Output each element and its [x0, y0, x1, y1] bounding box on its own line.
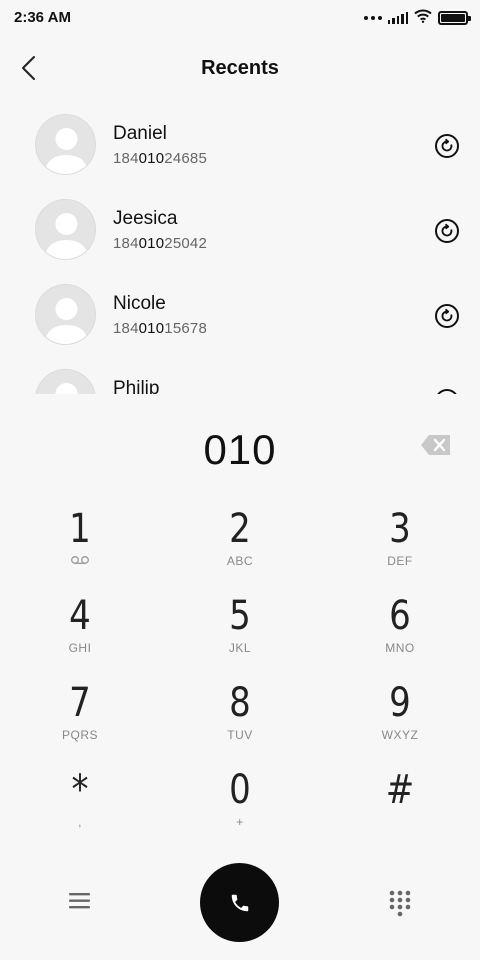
- key-digit: 2: [229, 506, 251, 552]
- key-7[interactable]: 7 PQRS: [20, 680, 140, 762]
- redial-icon: [435, 219, 459, 243]
- redial-button[interactable]: [434, 303, 460, 329]
- key-2[interactable]: 2 ABC: [180, 506, 300, 588]
- dial-display: 010: [0, 418, 480, 478]
- key-letters: GHI: [68, 641, 92, 655]
- key-hash[interactable]: #: [340, 767, 460, 849]
- key-digit: *: [71, 767, 89, 813]
- contact-row-daniel[interactable]: Daniel 18401024685: [0, 106, 480, 191]
- contact-name: Philip: [113, 378, 160, 394]
- contact-number: 18401025042: [113, 235, 207, 252]
- backspace-icon: [421, 435, 450, 455]
- key-3[interactable]: 3 DEF: [340, 506, 460, 588]
- signal-icon: [387, 12, 408, 24]
- key-4[interactable]: 4 GHI: [20, 593, 140, 675]
- more-dots-icon: [363, 16, 382, 20]
- redial-button[interactable]: [434, 388, 460, 394]
- dialed-number: 010: [203, 426, 277, 473]
- number-prefix: 184: [113, 150, 139, 167]
- key-8[interactable]: 8 TUV: [180, 680, 300, 762]
- page-title: Recents: [201, 57, 279, 79]
- person-placeholder-icon: [44, 213, 89, 259]
- contact-row-nicole[interactable]: Nicole 18401015678: [0, 276, 480, 361]
- key-5[interactable]: 5 JKL: [180, 593, 300, 675]
- number-match: 010: [138, 320, 165, 337]
- key-digit: 7: [69, 680, 91, 726]
- key-digit: 6: [389, 593, 411, 639]
- redial-icon: [435, 134, 459, 158]
- contact-row-philip[interactable]: Philip: [0, 361, 480, 394]
- bottom-bar: [0, 860, 480, 950]
- redial-icon: [437, 389, 457, 394]
- redial-button[interactable]: [434, 133, 460, 159]
- key-digit: 8: [229, 680, 251, 726]
- status-bar: 2:36 AM: [0, 0, 480, 36]
- number-suffix: 15678: [164, 320, 207, 337]
- redial-button[interactable]: [434, 218, 460, 244]
- redial-icon: [435, 304, 459, 328]
- avatar: [35, 369, 96, 394]
- status-time: 2:36 AM: [14, 9, 71, 26]
- avatar: [35, 284, 96, 345]
- number-prefix: 184: [113, 235, 139, 252]
- person-placeholder-icon: [44, 298, 89, 344]
- person-placeholder-icon: [55, 383, 78, 394]
- recents-list[interactable]: Daniel 18401024685 Jeesica 18401025042 N…: [0, 106, 480, 394]
- menu-button[interactable]: [66, 890, 94, 912]
- phone-icon: [231, 894, 248, 911]
- key-digit: 5: [229, 593, 251, 639]
- key-9[interactable]: 9 WXYZ: [340, 680, 460, 762]
- number-match: 010: [138, 235, 165, 252]
- key-letters: MNO: [385, 641, 415, 655]
- number-suffix: 24685: [164, 150, 207, 167]
- contact-name: Daniel: [113, 123, 167, 144]
- status-icons: [363, 9, 471, 28]
- contact-number: 18401024685: [113, 150, 207, 167]
- key-0[interactable]: 0 +: [180, 767, 300, 849]
- contact-row-jeesica[interactable]: Jeesica 18401025042: [0, 191, 480, 276]
- key-letters: ABC: [226, 554, 254, 568]
- menu-icon: [69, 893, 90, 909]
- key-letters: WXYZ: [381, 728, 419, 742]
- key-letters: +: [236, 815, 244, 829]
- avatar: [35, 199, 96, 260]
- dialpad-toggle-button[interactable]: [386, 888, 414, 920]
- key-6[interactable]: 6 MNO: [340, 593, 460, 675]
- key-digit: 3: [389, 506, 411, 552]
- person-placeholder-icon: [44, 128, 89, 174]
- avatar: [35, 114, 96, 175]
- number-suffix: 25042: [164, 235, 207, 252]
- dialpad-icon: [389, 890, 411, 917]
- key-digit: 0: [229, 767, 251, 813]
- key-digit: 9: [389, 680, 411, 726]
- key-letters: JKL: [228, 641, 252, 655]
- key-1[interactable]: 1: [20, 506, 140, 588]
- voicemail-icon: [20, 554, 140, 568]
- contact-name: Jeesica: [113, 208, 178, 229]
- key-star[interactable]: * ,: [20, 767, 140, 849]
- key-letters: DEF: [387, 554, 413, 568]
- key-letters: PQRS: [61, 728, 98, 742]
- number-prefix: 184: [113, 320, 139, 337]
- key-digit: #: [385, 767, 415, 813]
- contact-name: Nicole: [113, 293, 166, 314]
- number-match: 010: [138, 150, 165, 167]
- battery-icon: [438, 11, 471, 25]
- header: Recents: [0, 40, 480, 96]
- key-digit: 1: [69, 506, 91, 552]
- call-button[interactable]: [200, 863, 279, 942]
- backspace-button[interactable]: [420, 434, 452, 456]
- wifi-icon: [414, 9, 432, 28]
- key-letters: ,: [78, 815, 82, 829]
- key-digit: 4: [69, 593, 91, 639]
- contact-number: 18401015678: [113, 320, 207, 337]
- key-letters: TUV: [227, 728, 253, 742]
